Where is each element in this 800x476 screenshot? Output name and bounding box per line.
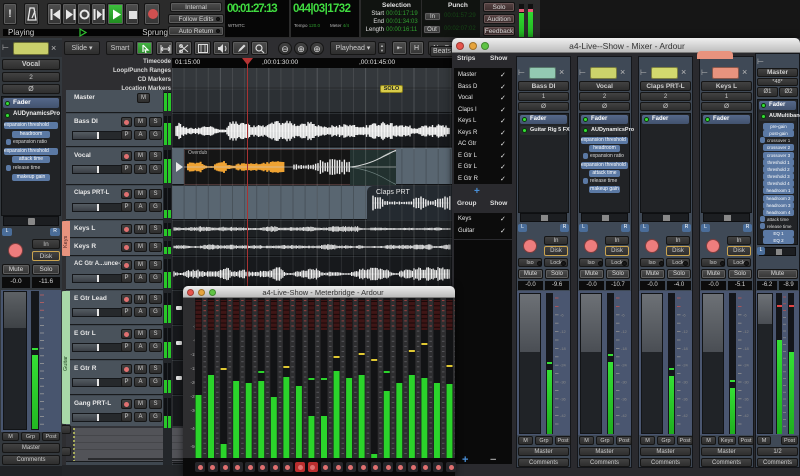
svg-text:-24: -24 bbox=[621, 363, 628, 368]
svg-text:-24: -24 bbox=[682, 363, 689, 368]
svg-text:-12: -12 bbox=[560, 329, 567, 334]
svg-text:-6: -6 bbox=[743, 312, 747, 317]
svg-text:Keys: Keys bbox=[63, 236, 69, 248]
svg-text:-24: -24 bbox=[560, 363, 567, 368]
svg-text:-36: -36 bbox=[560, 396, 567, 401]
svg-text:-42: -42 bbox=[621, 413, 628, 418]
svg-text:-30: -30 bbox=[682, 380, 689, 385]
svg-text:-6: -6 bbox=[682, 312, 686, 317]
svg-text:Guitar: Guitar bbox=[63, 356, 69, 371]
svg-text:-36: -36 bbox=[621, 396, 628, 401]
svg-text:-12: -12 bbox=[621, 329, 628, 334]
svg-text:-18: -18 bbox=[682, 346, 689, 351]
svg-text:-30: -30 bbox=[621, 380, 628, 385]
svg-text:-30: -30 bbox=[743, 380, 750, 385]
svg-text:-36: -36 bbox=[682, 396, 689, 401]
svg-text:-36: -36 bbox=[743, 396, 750, 401]
svg-text:-18: -18 bbox=[743, 346, 750, 351]
svg-text:-42: -42 bbox=[560, 413, 567, 418]
svg-text:-12: -12 bbox=[743, 329, 750, 334]
svg-text:-24: -24 bbox=[743, 363, 750, 368]
svg-text:-42: -42 bbox=[743, 413, 750, 418]
svg-text:-6: -6 bbox=[621, 312, 625, 317]
svg-text:-18: -18 bbox=[621, 346, 628, 351]
svg-text:-18: -18 bbox=[560, 346, 567, 351]
svg-text:-6: -6 bbox=[560, 312, 564, 317]
svg-text:-12: -12 bbox=[682, 329, 689, 334]
svg-text:-42: -42 bbox=[682, 413, 689, 418]
svg-text:-30: -30 bbox=[560, 380, 567, 385]
